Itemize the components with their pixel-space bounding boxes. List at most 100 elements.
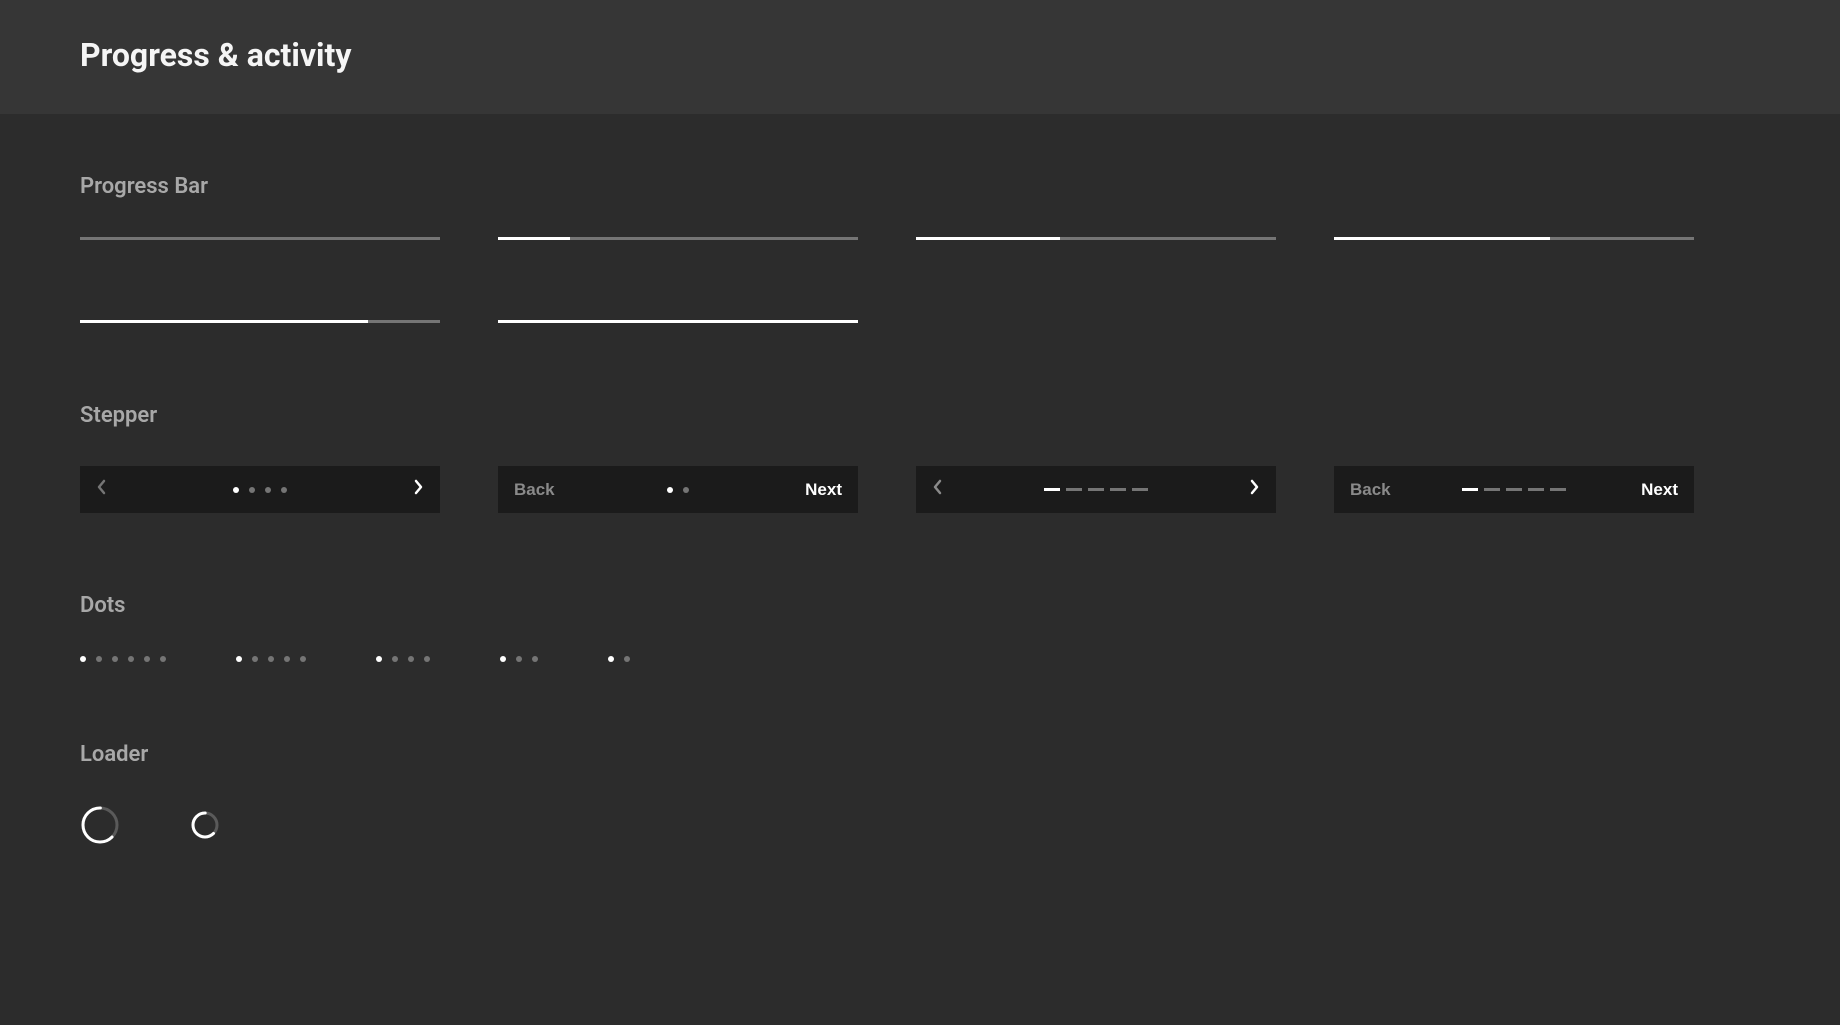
dots-title: Dots bbox=[80, 593, 1760, 618]
stepper-next-button[interactable] bbox=[1210, 478, 1260, 501]
progress-bar-row-1 bbox=[80, 237, 1760, 240]
progress-track bbox=[80, 320, 440, 323]
stepper-next-button[interactable]: Next bbox=[792, 480, 842, 500]
stepper-bar-segment bbox=[1506, 488, 1522, 491]
stepper-bar-segment bbox=[1110, 488, 1126, 491]
dot bbox=[284, 656, 290, 662]
progress-fill bbox=[498, 237, 570, 240]
stepper-bars bbox=[1400, 488, 1628, 491]
stepper-back-button[interactable] bbox=[96, 478, 146, 501]
content: Progress Bar bbox=[0, 114, 1840, 985]
progress-bar-0 bbox=[80, 237, 440, 240]
progress-track bbox=[498, 237, 858, 240]
dot bbox=[80, 656, 86, 662]
chevron-right-icon bbox=[1248, 478, 1260, 501]
dot bbox=[236, 656, 242, 662]
page-title: Progress & activity bbox=[80, 36, 1760, 74]
progress-bar-4 bbox=[80, 320, 440, 323]
stepper-section: Stepper bbox=[80, 403, 1760, 513]
dots-2 bbox=[608, 656, 630, 662]
stepper-bar-segment bbox=[1088, 488, 1104, 491]
stepper-dot bbox=[683, 487, 689, 493]
stepper-dots bbox=[564, 487, 792, 493]
stepper-bars-icons bbox=[916, 466, 1276, 513]
stepper-title: Stepper bbox=[80, 403, 1760, 428]
progress-track bbox=[916, 237, 1276, 240]
stepper-bar-segment bbox=[1528, 488, 1544, 491]
stepper-dots-text: Back Next bbox=[498, 466, 858, 513]
stepper-bar-segment bbox=[1550, 488, 1566, 491]
stepper-back-button[interactable]: Back bbox=[514, 480, 564, 500]
progress-bar-title: Progress Bar bbox=[80, 174, 1760, 199]
dot bbox=[144, 656, 150, 662]
dots-section: Dots bbox=[80, 593, 1760, 662]
dot bbox=[268, 656, 274, 662]
stepper-dot bbox=[667, 487, 673, 493]
progress-fill bbox=[80, 320, 368, 323]
dots-6 bbox=[80, 656, 166, 662]
dot bbox=[300, 656, 306, 662]
stepper-dot bbox=[233, 487, 239, 493]
dot bbox=[424, 656, 430, 662]
dots-3 bbox=[500, 656, 538, 662]
dots-4 bbox=[376, 656, 430, 662]
dot bbox=[160, 656, 166, 662]
stepper-next-button[interactable]: Next bbox=[1628, 480, 1678, 500]
page-header: Progress & activity bbox=[0, 0, 1840, 114]
next-label: Next bbox=[1641, 480, 1678, 500]
progress-bar-3 bbox=[1334, 237, 1694, 240]
progress-fill bbox=[916, 237, 1060, 240]
dot bbox=[532, 656, 538, 662]
progress-track bbox=[80, 237, 440, 240]
chevron-left-icon bbox=[932, 478, 944, 501]
stepper-bars-text: Back Next bbox=[1334, 466, 1694, 513]
stepper-dots bbox=[146, 487, 374, 493]
loader-title: Loader bbox=[80, 742, 1760, 767]
stepper-dot bbox=[249, 487, 255, 493]
dot bbox=[608, 656, 614, 662]
progress-bar-section: Progress Bar bbox=[80, 174, 1760, 323]
dot bbox=[252, 656, 258, 662]
stepper-bar-segment bbox=[1066, 488, 1082, 491]
stepper-dot bbox=[265, 487, 271, 493]
stepper-bar-segment bbox=[1044, 488, 1060, 491]
progress-bar-5 bbox=[498, 320, 858, 323]
stepper-bar-segment bbox=[1132, 488, 1148, 491]
progress-fill bbox=[1334, 237, 1550, 240]
stepper-next-button[interactable] bbox=[374, 478, 424, 501]
loader-section: Loader bbox=[80, 742, 1760, 845]
loader-spinner-small bbox=[190, 810, 220, 840]
dot bbox=[96, 656, 102, 662]
stepper-back-button[interactable] bbox=[932, 478, 982, 501]
stepper-bars bbox=[982, 488, 1210, 491]
loader-row bbox=[80, 805, 1760, 845]
spinner-icon bbox=[80, 805, 120, 845]
progress-track bbox=[498, 320, 858, 323]
dot bbox=[408, 656, 414, 662]
dots-5 bbox=[236, 656, 306, 662]
stepper-dots-icons bbox=[80, 466, 440, 513]
progress-track bbox=[1334, 237, 1694, 240]
loader-spinner-large bbox=[80, 805, 120, 845]
dot bbox=[624, 656, 630, 662]
stepper-bar-segment bbox=[1462, 488, 1478, 491]
stepper-row: Back Next bbox=[80, 466, 1760, 513]
chevron-left-icon bbox=[96, 478, 108, 501]
dot bbox=[516, 656, 522, 662]
back-label: Back bbox=[514, 480, 555, 500]
dot bbox=[128, 656, 134, 662]
dot bbox=[376, 656, 382, 662]
dots-row bbox=[80, 656, 1760, 662]
progress-fill bbox=[498, 320, 858, 323]
dot bbox=[392, 656, 398, 662]
next-label: Next bbox=[805, 480, 842, 500]
stepper-bar-segment bbox=[1484, 488, 1500, 491]
progress-bar-row-2 bbox=[80, 320, 1760, 323]
chevron-right-icon bbox=[412, 478, 424, 501]
progress-bar-2 bbox=[916, 237, 1276, 240]
progress-bar-1 bbox=[498, 237, 858, 240]
back-label: Back bbox=[1350, 480, 1391, 500]
stepper-dot bbox=[281, 487, 287, 493]
dot bbox=[112, 656, 118, 662]
stepper-back-button[interactable]: Back bbox=[1350, 480, 1400, 500]
